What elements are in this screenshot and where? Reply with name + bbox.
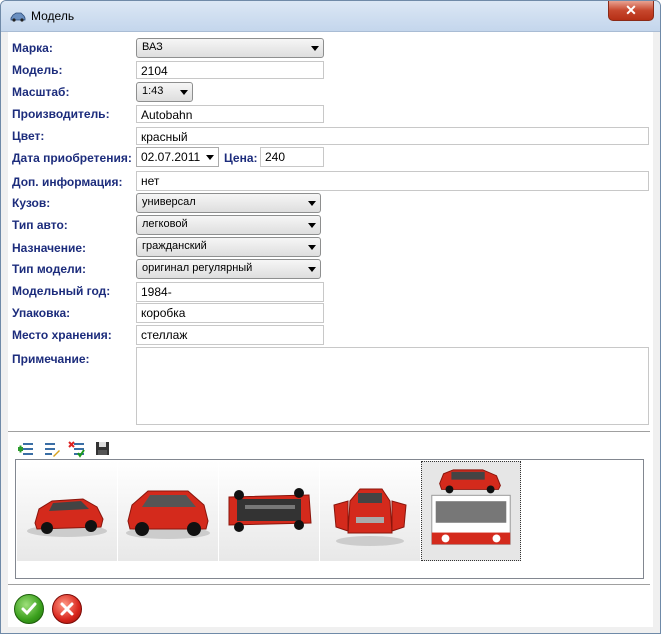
price-label: Цена: <box>224 151 258 165</box>
window-title: Модель <box>31 9 75 23</box>
manufacturer-label: Производитель: <box>12 107 110 121</box>
cross-icon <box>60 602 74 616</box>
purchase-date-picker[interactable]: 02.07.2011 <box>136 147 219 167</box>
photo-thumbnail[interactable] <box>118 461 218 561</box>
color-input[interactable]: красный <box>136 127 649 145</box>
packaging-input[interactable]: коробка <box>136 303 324 323</box>
car-type-label: Тип авто: <box>12 218 68 232</box>
body-label: Кузов: <box>12 196 51 210</box>
body-select[interactable]: универсал <box>136 193 321 213</box>
model-type-label: Тип модели: <box>12 262 87 276</box>
chevron-down-icon <box>308 201 316 206</box>
notes-textarea[interactable] <box>136 347 649 425</box>
packaging-label: Упаковка: <box>12 306 71 320</box>
model-year-label: Модельный год: <box>12 284 111 298</box>
car-type-select[interactable]: легковой <box>136 215 321 235</box>
car-type-value: легковой <box>142 218 188 230</box>
photo-gallery[interactable] <box>15 459 644 579</box>
car-photo <box>27 498 107 537</box>
add-photo-icon[interactable] <box>17 440 35 458</box>
chevron-down-icon <box>308 245 316 250</box>
photo-thumbnail-selected[interactable] <box>421 461 521 561</box>
notes-label: Примечание: <box>12 352 90 366</box>
check-icon <box>21 602 37 616</box>
brand-select[interactable]: ВАЗ <box>136 38 324 58</box>
car-icon <box>10 12 26 22</box>
title-bar: Модель ✕ <box>1 1 660 32</box>
close-icon: ✕ <box>625 2 637 18</box>
purchase-date-value: 02.07.2011 <box>141 150 201 164</box>
storage-label: Место хранения: <box>12 328 112 342</box>
brand-label: Марка: <box>12 41 53 55</box>
model-dialog: Модель ✕ Марка: ВАЗ Модель: 2104 Масштаб… <box>0 0 661 634</box>
color-label: Цвет: <box>12 129 45 143</box>
model-label: Модель: <box>12 63 63 77</box>
photo-thumbnail[interactable] <box>17 461 117 561</box>
model-type-select[interactable]: оригинал регулярный <box>136 259 321 279</box>
manufacturer-input[interactable]: Autobahn <box>136 105 324 123</box>
chevron-down-icon <box>311 46 319 51</box>
chevron-down-icon <box>206 155 214 160</box>
divider <box>8 431 650 433</box>
chevron-down-icon <box>308 223 316 228</box>
chevron-down-icon <box>308 267 316 272</box>
extra-info-label: Доп. информация: <box>12 175 123 189</box>
ok-button[interactable] <box>14 594 44 624</box>
dialog-content: Марка: ВАЗ Модель: 2104 Масштаб: 1:43 Пр… <box>8 32 653 627</box>
model-input[interactable]: 2104 <box>136 61 324 79</box>
extra-info-input[interactable]: нет <box>136 171 649 191</box>
save-icon[interactable] <box>94 440 112 458</box>
model-type-value: оригинал регулярный <box>142 262 253 274</box>
scale-value: 1:43 <box>142 85 164 97</box>
purpose-value: гражданский <box>142 240 207 252</box>
scale-label: Масштаб: <box>12 85 70 99</box>
cancel-button[interactable] <box>52 594 82 624</box>
photo-thumbnail[interactable] <box>219 461 319 561</box>
storage-input[interactable]: стеллаж <box>136 325 324 345</box>
body-value: универсал <box>142 196 196 208</box>
photo-thumbnail[interactable] <box>320 461 420 561</box>
brand-value: ВАЗ <box>142 41 163 53</box>
car-photo <box>333 488 407 546</box>
car-photo <box>228 488 312 532</box>
scale-select[interactable]: 1:43 <box>136 82 193 102</box>
model-year-input[interactable]: 1984- <box>136 282 324 302</box>
chevron-down-icon <box>180 90 188 95</box>
close-button[interactable]: ✕ <box>608 1 654 21</box>
purpose-label: Назначение: <box>12 241 87 255</box>
edit-photo-icon[interactable] <box>43 440 61 458</box>
purchase-date-label: Дата приобретения: <box>12 151 132 165</box>
divider <box>8 584 650 586</box>
delete-photo-icon[interactable] <box>68 440 86 458</box>
car-photo <box>126 490 210 539</box>
purpose-select[interactable]: гражданский <box>136 237 321 257</box>
car-box-photo <box>431 469 511 545</box>
price-input[interactable]: 240 <box>260 147 324 167</box>
